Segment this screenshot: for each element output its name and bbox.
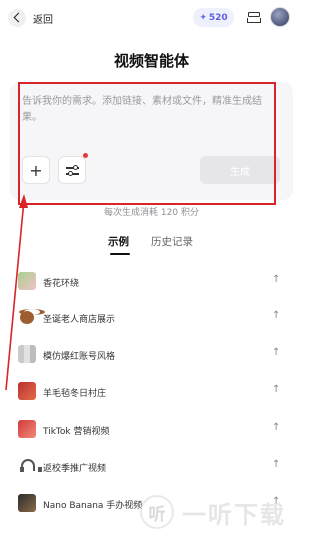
credits-badge[interactable]: ✦ 520 — [193, 8, 234, 27]
headphone-icon — [18, 457, 42, 475]
cost-note: 每次生成消耗 120 积分 — [104, 208, 199, 218]
list-item[interactable]: 模仿爆红账号风格 ↑ — [0, 338, 303, 370]
list-item-label: 模仿爆红账号风格 — [43, 352, 116, 362]
arrow-up-icon[interactable]: ↑ — [272, 384, 280, 395]
credits-value: 520 — [208, 12, 228, 23]
list-item[interactable]: 返校季推广视频 ↑ — [0, 450, 303, 482]
watermark-logo: 听 — [140, 495, 174, 529]
list-item[interactable]: 羊毛毡冬日村庄 ↑ — [0, 375, 303, 407]
tab-bar: 示例 历史记录 — [0, 234, 303, 258]
village-thumbnail — [18, 382, 36, 400]
top-bar: 返回 ✦ 520 — [0, 0, 303, 36]
arrow-up-icon[interactable]: ↑ — [272, 422, 280, 433]
page-title: 视频智能体 — [113, 52, 189, 70]
arrow-up-icon[interactable]: ↑ — [272, 347, 280, 358]
history-list-icon[interactable] — [247, 11, 261, 23]
tab-examples[interactable]: 示例 — [108, 234, 129, 249]
arrow-up-icon[interactable]: ↑ — [272, 459, 280, 470]
watermark-text: 一听下载 — [182, 500, 286, 529]
arrow-up-icon[interactable]: ↑ — [272, 274, 280, 285]
back-arrow-icon[interactable] — [8, 9, 26, 27]
list-item-label: 羊毛毡冬日村庄 — [43, 389, 107, 399]
grid-thumbnail — [18, 345, 36, 363]
arrow-up-icon[interactable]: ↑ — [272, 310, 280, 321]
list-item[interactable]: 香花环绕 ↑ — [0, 265, 303, 297]
notification-dot — [83, 153, 88, 158]
list-item-label: 香花环绕 — [43, 279, 80, 289]
prompt-input[interactable]: 告诉我你的需求。添加链接、素材或文件，精准生成结果。 — [22, 94, 278, 126]
tiktok-thumbnail — [18, 420, 36, 438]
list-item-label: Nano Banana 手办视频 — [43, 501, 143, 511]
plus-icon: + — [29, 160, 43, 180]
flower-thumbnail — [18, 272, 36, 290]
avatar[interactable] — [270, 7, 290, 27]
list-item-label: 返校季推广视频 — [43, 464, 107, 474]
list-item[interactable]: 圣诞老人商店展示 ↑ — [0, 301, 303, 333]
list-item-label: TikTok 营销视频 — [43, 427, 110, 437]
generate-button[interactable]: 生成 — [200, 156, 280, 184]
list-item[interactable]: TikTok 营销视频 ↑ — [0, 413, 303, 445]
teddy-bear-thumbnail — [18, 308, 45, 326]
list-item-label: 圣诞老人商店展示 — [43, 315, 116, 325]
tab-active-indicator — [110, 253, 130, 255]
watermark: 听 一听下载 — [140, 492, 286, 532]
settings-button[interactable] — [58, 156, 86, 184]
add-attachment-button[interactable]: + — [22, 156, 50, 184]
sparkle-icon: ✦ — [199, 12, 207, 23]
figurine-thumbnail — [18, 494, 36, 512]
tab-history[interactable]: 历史记录 — [151, 234, 193, 249]
back-label[interactable]: 返回 — [33, 11, 53, 26]
